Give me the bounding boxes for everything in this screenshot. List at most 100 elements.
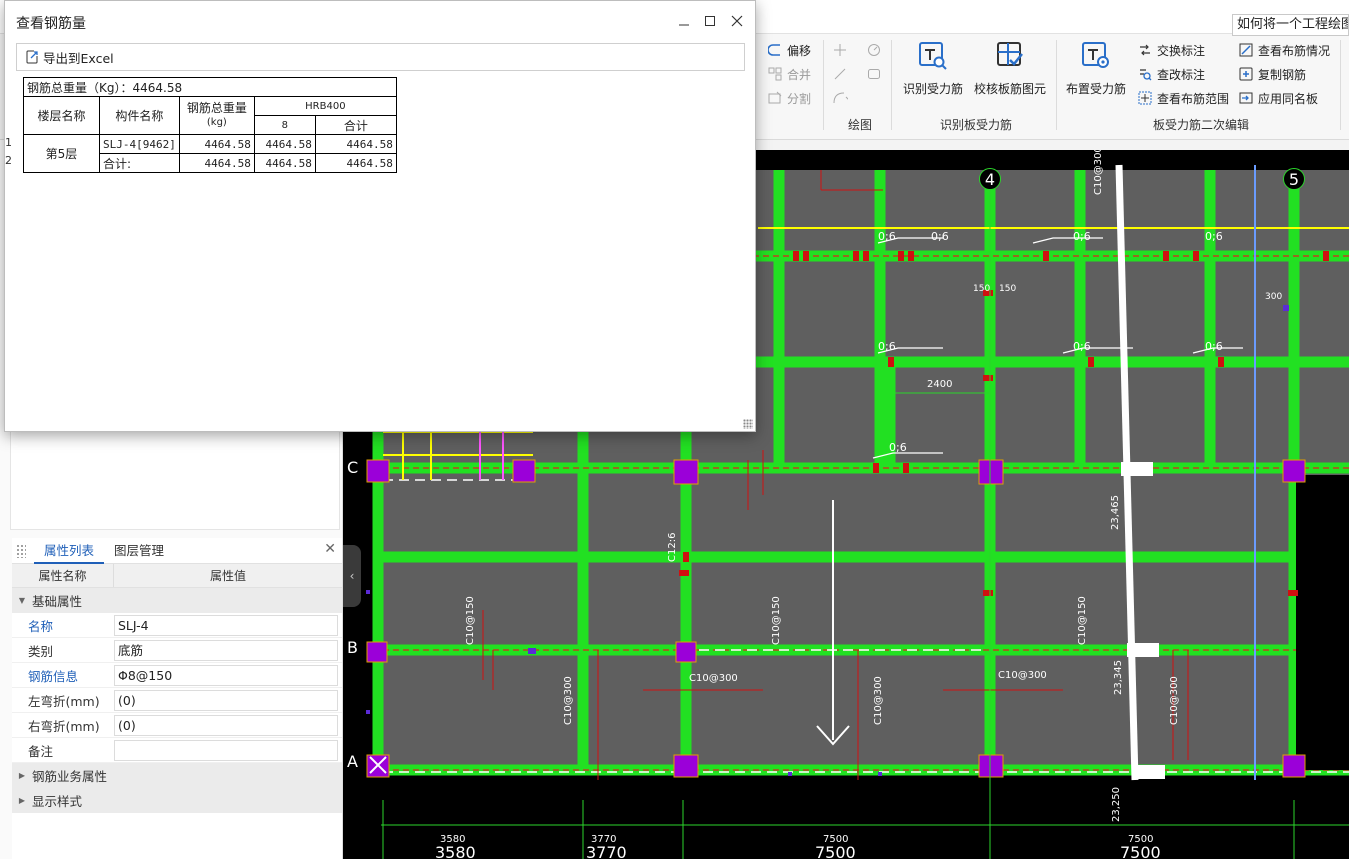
check-modify-label-button[interactable]: 查改标注 xyxy=(1137,64,1205,84)
place-rebar-label: 布置受力筋 xyxy=(1066,82,1127,96)
export-icon xyxy=(26,50,38,64)
rebar-note: 0;6 xyxy=(931,230,949,243)
dim-label-large: 7500 xyxy=(1120,843,1161,859)
rebar-note-vertical: C12:6 xyxy=(667,532,678,562)
recognize-rebar-icon xyxy=(916,38,950,72)
sum-cell: 4464.58 xyxy=(314,153,397,173)
rectangle-icon xyxy=(866,66,882,82)
property-value-field[interactable]: (0) xyxy=(114,714,338,736)
rotate-icon xyxy=(866,42,882,58)
view-range-icon xyxy=(1137,90,1153,106)
tab-properties[interactable]: 属性列表 xyxy=(34,538,105,564)
panel-collapse-handle[interactable]: ‹ xyxy=(343,545,361,607)
property-value-field[interactable] xyxy=(114,739,338,761)
close-icon[interactable]: ✕ xyxy=(324,541,336,557)
view-rebar-layout-button[interactable]: 查看布筋情况 xyxy=(1238,40,1330,60)
rebar-note: 0;6 xyxy=(1073,230,1091,243)
apply-same-name-button[interactable]: 应用同名板 xyxy=(1238,88,1318,108)
offset-icon xyxy=(767,42,783,58)
total-weight-header-line2: (kg) xyxy=(206,117,227,128)
property-value-field[interactable]: SLJ-4 xyxy=(114,614,338,636)
rebar-note-vertical: C10@150 xyxy=(465,596,476,645)
axis-bubble-4: 4 xyxy=(979,168,1001,190)
axis-label-a: A xyxy=(347,752,358,771)
ribbon-separator xyxy=(1340,40,1341,130)
merge-button[interactable]: 合并 xyxy=(767,64,811,84)
close-button[interactable] xyxy=(726,10,748,32)
axis-bubble-5: 5 xyxy=(1283,168,1305,190)
rebar-note: 0;6 xyxy=(878,340,896,353)
property-value-field[interactable]: (0) xyxy=(114,689,338,711)
copy-icon xyxy=(1238,66,1254,82)
merge-label: 合并 xyxy=(787,67,812,82)
rect-tool-button[interactable] xyxy=(866,64,882,84)
section-display[interactable]: ▶ 显示样式 xyxy=(12,788,342,813)
swap-label-button[interactable]: 交换标注 xyxy=(1137,40,1205,60)
check-slab-rebar-button[interactable]: 校核板筋图元 xyxy=(974,38,1046,97)
rebar-quantity-table: 钢筋总重量（Kg）：4464.58 楼层名称 构件名称 钢筋总重量 (kg) H… xyxy=(23,77,397,173)
rebar-note: C10@300 xyxy=(998,670,1047,681)
component-header: 构件名称 xyxy=(99,96,180,135)
rebar-note-vertical: C10@150 xyxy=(771,596,782,645)
dialog-title: 查看钢筋量 xyxy=(16,16,86,32)
section-display-label: 显示样式 xyxy=(32,794,83,809)
axis-label-b: B xyxy=(347,638,358,657)
axis-label-c: C xyxy=(347,458,359,477)
diameter-header: 8 xyxy=(253,115,316,135)
export-excel-button[interactable]: 导出到Excel xyxy=(17,48,114,67)
rebar-note: C10@300 xyxy=(689,673,738,684)
total-cell: 4464.58 xyxy=(178,153,255,173)
rebar-note-vertical: C10@150 xyxy=(1077,596,1088,645)
minimize-icon xyxy=(679,24,689,26)
split-icon xyxy=(767,90,783,106)
check-slab-icon xyxy=(993,38,1027,72)
total-weight-header: 钢筋总重量 (kg) xyxy=(178,96,255,135)
ribbon-separator xyxy=(823,40,824,130)
section-basic-label: 基础属性 xyxy=(32,594,83,609)
apply-same-name-label: 应用同名板 xyxy=(1258,91,1319,106)
rotate-point-button[interactable] xyxy=(866,40,882,60)
property-row: 钢筋信息 Φ8@150 xyxy=(12,663,342,688)
rebar-note-vertical: C10@300 xyxy=(563,676,574,725)
help-search-input[interactable]: 如何将一个工程绘图界 xyxy=(1232,14,1349,36)
ribbon-separator xyxy=(1056,40,1057,130)
close-icon xyxy=(731,15,743,27)
view-rebar-range-button[interactable]: 查看布筋范围 xyxy=(1137,88,1229,108)
app-window: 如何将一个工程绘图界 偏移 合并 分割 绘图 识别受力筋 校核板筋 xyxy=(0,0,1349,859)
recognize-rebar-button[interactable]: 识别受力筋 xyxy=(903,38,963,97)
maximize-button[interactable] xyxy=(699,10,721,32)
property-value-field[interactable]: 底筋 xyxy=(114,639,338,661)
table-row: 第5层 SLJ-4[9462] 4464.58 4464.58 4464.58 xyxy=(23,134,397,173)
arc-tool-button[interactable] xyxy=(832,88,848,108)
place-rebar-button[interactable]: 布置受力筋 xyxy=(1066,38,1126,97)
tab-layers[interactable]: 图层管理 xyxy=(104,538,174,564)
offset-button[interactable]: 偏移 xyxy=(767,40,811,60)
split-button[interactable]: 分割 xyxy=(767,88,811,108)
point-tool-button[interactable] xyxy=(832,40,848,60)
expanded-triangle-icon: ▼ xyxy=(18,596,26,605)
floor-cell: 第5层 xyxy=(23,134,100,173)
section-business[interactable]: ▶ 钢筋业务属性 xyxy=(12,763,342,788)
collapsed-triangle-icon: ▶ xyxy=(18,796,26,805)
view-layout-icon xyxy=(1238,42,1254,58)
drag-grip-icon[interactable] xyxy=(16,543,26,558)
line-tool-button[interactable] xyxy=(832,64,848,84)
check-modify-label-text: 查改标注 xyxy=(1157,67,1206,82)
properties-panel: 属性列表 图层管理 ✕ 属性名称 属性值 ▼ 基础属性 名称 SLJ-4 类别 … xyxy=(12,538,342,859)
section-basic[interactable]: ▼ 基础属性 xyxy=(12,588,342,613)
apply-same-icon xyxy=(1238,90,1254,106)
recognize-rebar-label: 识别受力筋 xyxy=(903,82,964,96)
property-name: 左弯折(mm) xyxy=(28,693,100,709)
swap-label-text: 交换标注 xyxy=(1157,43,1206,58)
d8-cell: 4464.58 xyxy=(253,153,316,173)
resize-grip-icon[interactable] xyxy=(743,419,753,429)
minimize-button[interactable] xyxy=(673,10,695,32)
dim-label-large: 3770 xyxy=(586,843,627,859)
arc-icon xyxy=(832,90,848,106)
table-header-row: 楼层名称 构件名称 钢筋总重量 (kg) HRB400 xyxy=(23,96,397,135)
copy-rebar-button[interactable]: 复制钢筋 xyxy=(1238,64,1306,84)
rebar-note: 0;6 xyxy=(878,230,896,243)
total-weight-cell: 钢筋总重量（Kg）：4464.58 xyxy=(23,77,397,97)
crosshair-icon xyxy=(832,42,848,58)
property-value-field[interactable]: Φ8@150 xyxy=(114,664,338,686)
